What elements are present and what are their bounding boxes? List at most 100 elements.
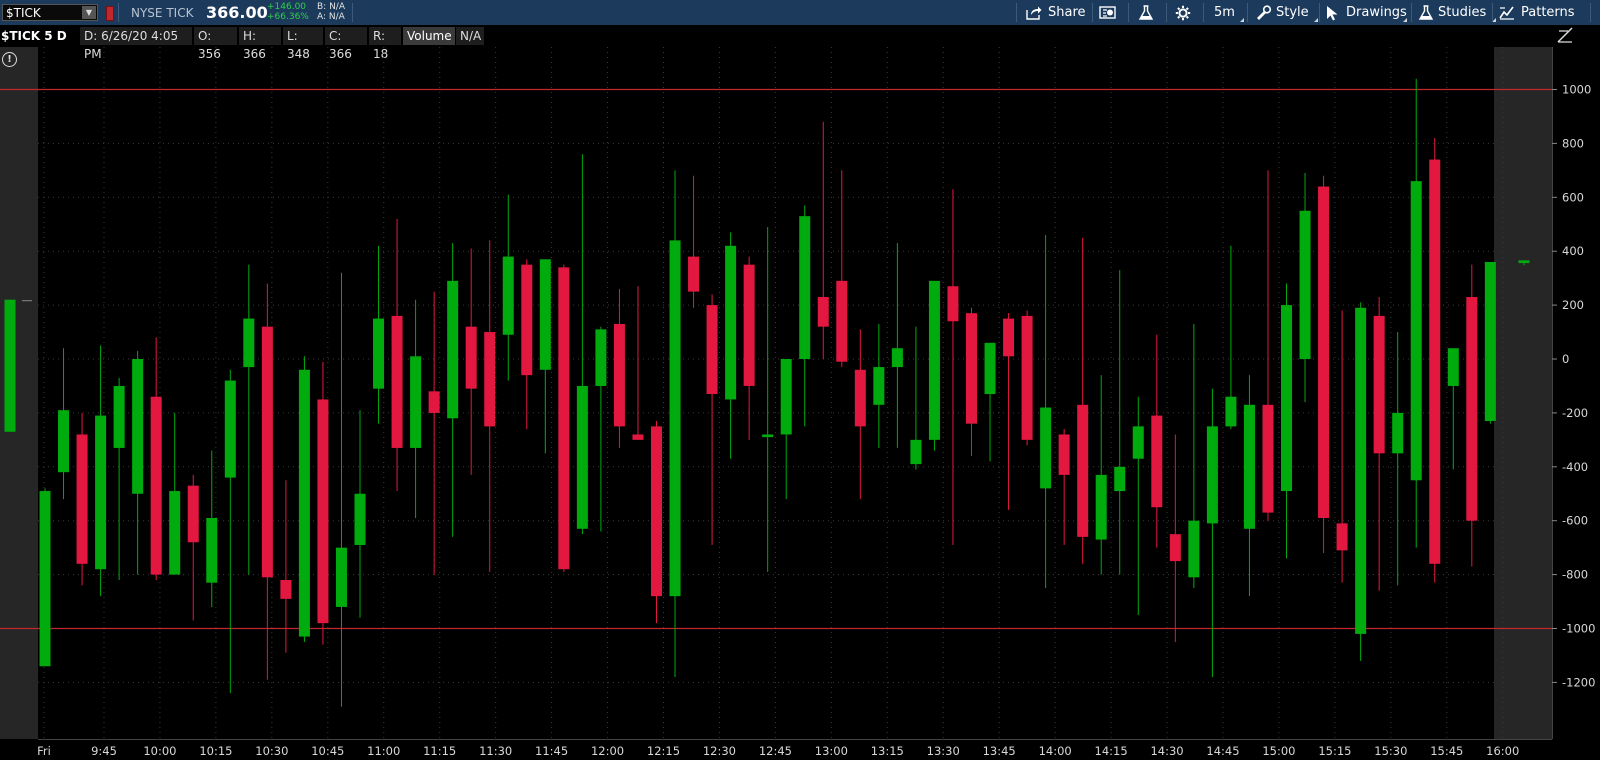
- candle-body: [1336, 523, 1348, 551]
- net-change: +146.00: [267, 2, 307, 12]
- candle: [873, 323, 885, 448]
- candle: [150, 337, 162, 580]
- drawings-label: Drawings: [1346, 5, 1407, 20]
- candle: [410, 299, 422, 519]
- time-axis[interactable]: Fri 9:45 10:00 10:15 10:30 10:45 11:00 11:15 11:…: [37, 744, 1519, 758]
- timeframe-selector[interactable]: 5m: [1214, 0, 1244, 25]
- patterns-button[interactable]: Patterns: [1499, 0, 1589, 25]
- style-button[interactable]: Style: [1255, 0, 1318, 25]
- candle-body: [595, 329, 607, 386]
- price-chart[interactable]: 1000 800 600 400 200 0 -200 -400 -600 -800 -1000 -1…: [0, 47, 1600, 760]
- candle-body: [1058, 434, 1070, 475]
- candle: [76, 412, 88, 586]
- candle: [1021, 310, 1033, 446]
- x-tick-label: 15:30: [1374, 744, 1407, 758]
- candle-body: [762, 434, 774, 438]
- dropdown-corner-icon: [1314, 18, 1318, 22]
- candle: [1336, 310, 1348, 583]
- drawing-tool-icon[interactable]: [1556, 26, 1574, 44]
- candle-body: [576, 385, 588, 529]
- candle: [1095, 375, 1107, 575]
- chevron-down-icon[interactable]: ▼: [82, 6, 96, 19]
- candle: [354, 410, 366, 618]
- divider: [118, 3, 119, 22]
- candle-body: [484, 332, 496, 427]
- y-tick-label: 800: [1562, 136, 1584, 150]
- candle-body: [4, 299, 16, 432]
- symbol-selector[interactable]: $TICK ▼: [2, 4, 98, 21]
- x-tick-label: 12:45: [759, 744, 792, 758]
- candle-body: [1466, 297, 1478, 521]
- share-button[interactable]: Share: [1026, 0, 1086, 25]
- candle-body: [224, 380, 236, 478]
- candle: [1429, 138, 1441, 583]
- y-tick-label: 1000: [1562, 83, 1591, 97]
- candle-body: [1225, 396, 1237, 427]
- x-tick-label: 14:30: [1150, 744, 1183, 758]
- candle-body: [39, 491, 51, 667]
- high-value: H: 366: [239, 27, 281, 61]
- dropdown-corner-icon: [1240, 18, 1244, 22]
- candle-body: [1206, 426, 1218, 524]
- studies-label: Studies: [1438, 5, 1487, 20]
- lab-button[interactable]: [1138, 0, 1160, 25]
- x-tick-label: 13:45: [983, 744, 1016, 758]
- candle: [335, 272, 347, 707]
- chart-settings-button[interactable]: [1099, 0, 1121, 25]
- price-axis[interactable]: 1000 800 600 400 200 0 -200 -400 -600 -800 -1000 -1…: [1552, 83, 1595, 690]
- x-tick-label: 10:15: [199, 744, 232, 758]
- low-value: L: 348: [283, 27, 323, 61]
- candle: [984, 342, 996, 462]
- x-tick-label: Fri: [37, 744, 51, 758]
- candle: [391, 218, 403, 492]
- candle: [465, 248, 477, 475]
- candle-body: [1169, 534, 1181, 562]
- x-tick-label: 9:45: [91, 744, 117, 758]
- candle-body: [854, 369, 866, 427]
- candle-body: [1095, 474, 1107, 540]
- candle: [891, 243, 903, 448]
- candle: [928, 280, 940, 451]
- candle-body: [132, 359, 144, 494]
- open-value: O: 356: [194, 27, 237, 61]
- candle-body: [947, 286, 959, 322]
- candle-body: [1355, 307, 1367, 634]
- alert-icon[interactable]: !: [2, 52, 17, 67]
- candle: [1373, 297, 1385, 591]
- candle: [743, 256, 755, 440]
- candle-body: [298, 369, 310, 637]
- volume-value: N/A: [456, 27, 484, 45]
- drawings-button[interactable]: Drawings: [1325, 0, 1407, 25]
- candle: [1262, 170, 1274, 521]
- settings-button[interactable]: [1175, 0, 1197, 25]
- candle-body: [1447, 348, 1459, 386]
- last-price: 366.00: [206, 3, 268, 22]
- candle: [317, 361, 329, 645]
- candle-body: [243, 318, 255, 368]
- candle: [187, 474, 199, 621]
- candle: [539, 259, 551, 454]
- candle: [1392, 332, 1404, 586]
- x-tick-label: 14:00: [1039, 744, 1072, 758]
- candle-body: [187, 485, 199, 543]
- candle: [799, 205, 811, 427]
- y-tick-label: -800: [1562, 568, 1588, 582]
- x-tick-label: 13:30: [927, 744, 960, 758]
- studies-button[interactable]: Studies: [1418, 0, 1496, 25]
- candle: [1003, 313, 1015, 510]
- candle-body: [891, 348, 903, 368]
- candle: [1132, 396, 1144, 616]
- candle: [613, 288, 625, 448]
- y-tick-label: -600: [1562, 514, 1588, 528]
- candle-body: [1262, 404, 1274, 513]
- candle: [1077, 237, 1089, 564]
- x-tick-label: 15:45: [1430, 744, 1463, 758]
- candle-body: [113, 385, 125, 448]
- link-color-icon[interactable]: [106, 6, 114, 21]
- candle-body: [373, 318, 385, 389]
- x-tick-label: 10:00: [143, 744, 176, 758]
- candle: [373, 245, 385, 424]
- candle-body: [391, 315, 403, 448]
- candle: [224, 369, 236, 694]
- chart-title: $TICK 5 D 5m: [0, 27, 80, 61]
